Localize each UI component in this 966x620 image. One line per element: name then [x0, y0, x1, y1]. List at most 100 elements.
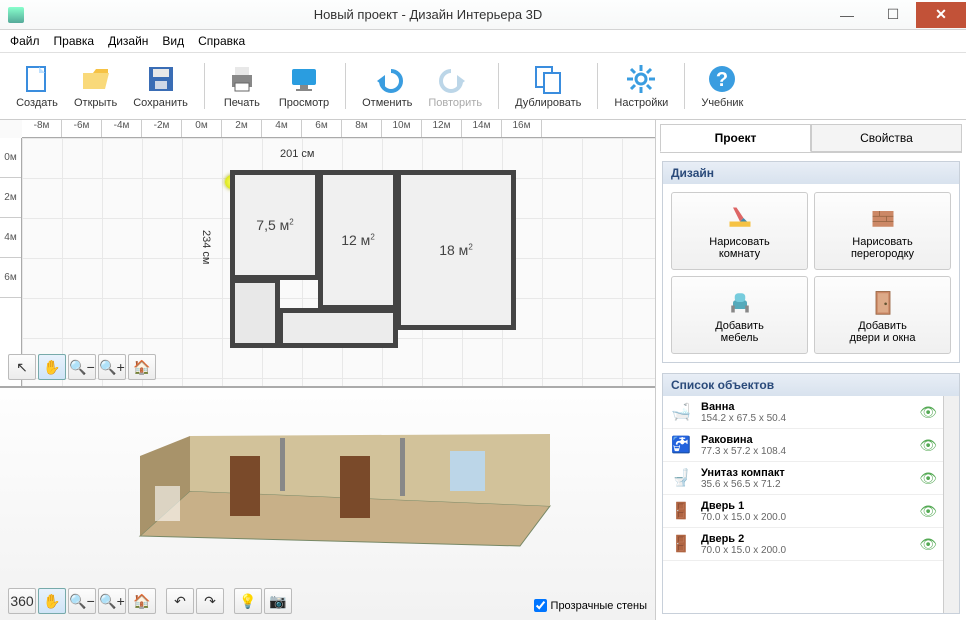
- window-title: Новый проект - Дизайн Интерьера 3D: [32, 7, 824, 22]
- zoom-out-3d[interactable]: 🔍−: [68, 588, 96, 614]
- add-furniture-button[interactable]: Добавитьмебель: [671, 276, 808, 354]
- object-icon: 🚪: [669, 499, 693, 523]
- object-dims: 70.0 x 15.0 x 200.0: [701, 512, 911, 523]
- object-dims: 154.2 x 67.5 x 50.4: [701, 413, 911, 424]
- object-name: Раковина: [701, 434, 911, 446]
- ruler-tick: 4м: [262, 120, 302, 137]
- visibility-toggle[interactable]: 👁: [919, 437, 937, 454]
- menu-view[interactable]: Вид: [162, 34, 184, 48]
- tutorial-button[interactable]: ? Учебник: [693, 59, 751, 113]
- object-dims: 35.6 x 56.5 x 71.2: [701, 479, 911, 490]
- minimize-button[interactable]: —: [824, 2, 870, 28]
- floorplan[interactable]: 7,5 м2 12 м2 18 м2: [230, 170, 530, 350]
- zoom-in-tool[interactable]: 🔍+: [98, 354, 126, 380]
- undo-icon: [371, 63, 403, 95]
- ruler-tick: 6м: [0, 258, 21, 298]
- transparent-walls-input[interactable]: [534, 599, 547, 612]
- zoom-in-3d[interactable]: 🔍+: [98, 588, 126, 614]
- view-2d[interactable]: -8м-6м-4м-2м0м2м4м6м8м10м12м14м16м 0м2м4…: [0, 120, 655, 388]
- object-dims: 77.3 x 57.2 x 108.4: [701, 446, 911, 457]
- folder-open-icon: [80, 63, 112, 95]
- view-3d[interactable]: 360 ✋ 🔍− 🔍+ 🏠 ↶ ↷ 💡 📷 Прозрачные стены: [0, 388, 655, 620]
- maximize-button[interactable]: ☐: [870, 2, 916, 28]
- room-1[interactable]: 7,5 м2: [230, 170, 320, 280]
- tab-project[interactable]: Проект: [660, 124, 811, 152]
- select-tool[interactable]: ↖: [8, 354, 36, 380]
- help-icon: ?: [706, 63, 738, 95]
- monitor-icon: [288, 63, 320, 95]
- ruler-tick: 2м: [222, 120, 262, 137]
- open-button[interactable]: Открыть: [66, 59, 125, 113]
- object-icon: 🚪: [669, 532, 693, 556]
- tab-properties[interactable]: Свойства: [811, 124, 962, 152]
- objects-section-header: Список объектов: [663, 374, 959, 396]
- orbit-tool[interactable]: 360: [8, 588, 36, 614]
- visibility-toggle[interactable]: 👁: [919, 536, 937, 553]
- duplicate-icon: [532, 63, 564, 95]
- visibility-toggle[interactable]: 👁: [919, 470, 937, 487]
- menubar: Файл Правка Дизайн Вид Справка: [0, 30, 966, 53]
- add-doors-windows-button[interactable]: Добавитьдвери и окна: [814, 276, 951, 354]
- settings-button[interactable]: Настройки: [606, 59, 676, 113]
- ruler-tick: 12м: [422, 120, 462, 137]
- design-section-header: Дизайн: [663, 162, 959, 184]
- object-icon: 🚽: [669, 466, 693, 490]
- camera-tool[interactable]: 📷: [264, 588, 292, 614]
- draw-room-button[interactable]: Нарисоватькомнату: [671, 192, 808, 270]
- ruler-tick: 2м: [0, 178, 21, 218]
- object-item[interactable]: 🚽Унитаз компакт35.6 x 56.5 x 71.2👁: [663, 462, 943, 495]
- pan3d-tool[interactable]: ✋: [38, 588, 66, 614]
- dimension-height: 234 см: [200, 230, 212, 264]
- visibility-toggle[interactable]: 👁: [919, 503, 937, 520]
- ruler-tick: 4м: [0, 218, 21, 258]
- new-file-icon: [21, 63, 53, 95]
- save-button[interactable]: Сохранить: [125, 59, 196, 113]
- redo-button[interactable]: Повторить: [420, 59, 490, 113]
- create-button[interactable]: Создать: [8, 59, 66, 113]
- menu-edit[interactable]: Правка: [54, 34, 95, 48]
- door-icon: [869, 288, 897, 316]
- draw-partition-button[interactable]: Нарисоватьперегородку: [814, 192, 951, 270]
- ruler-tick: 0м: [182, 120, 222, 137]
- object-item[interactable]: 🚪Дверь 270.0 x 15.0 x 200.0👁: [663, 528, 943, 561]
- object-name: Дверь 1: [701, 500, 911, 512]
- duplicate-button[interactable]: Дублировать: [507, 59, 589, 113]
- room-5[interactable]: [278, 308, 398, 348]
- preview-button[interactable]: Просмотр: [271, 59, 337, 113]
- pencil-ruler-icon: [726, 204, 754, 232]
- ruler-tick: 0м: [0, 138, 21, 178]
- rotate-left[interactable]: ↶: [166, 588, 194, 614]
- ruler-tick: 16м: [502, 120, 542, 137]
- menu-file[interactable]: Файл: [10, 34, 40, 48]
- light-tool[interactable]: 💡: [234, 588, 262, 614]
- object-item[interactable]: 🚰 Раковина77.3 x 57.2 x 108.4 👁: [663, 429, 943, 462]
- view3d-toolbar: 360 ✋ 🔍− 🔍+ 🏠 ↶ ↷ 💡 📷: [8, 588, 292, 614]
- titlebar: Новый проект - Дизайн Интерьера 3D — ☐ ✕: [0, 0, 966, 30]
- pan-tool[interactable]: ✋: [38, 354, 66, 380]
- object-icon: 🚰: [669, 433, 693, 457]
- object-item[interactable]: 🛁Ванна154.2 x 67.5 x 50.4👁: [663, 396, 943, 429]
- home-3d[interactable]: 🏠: [128, 588, 156, 614]
- room-2[interactable]: 12 м2: [318, 170, 398, 310]
- rotate-right[interactable]: ↷: [196, 588, 224, 614]
- ruler-horizontal: -8м-6м-4м-2м0м2м4м6м8м10м12м14м16м: [22, 120, 655, 138]
- object-list[interactable]: 🛁Ванна154.2 x 67.5 x 50.4👁🚰Раковина77.3 …: [663, 396, 943, 586]
- save-icon: [145, 63, 177, 95]
- room-4[interactable]: [230, 278, 280, 348]
- transparent-walls-checkbox[interactable]: Прозрачные стены: [534, 599, 647, 612]
- home-tool[interactable]: 🏠: [128, 354, 156, 380]
- undo-button[interactable]: Отменить: [354, 59, 420, 113]
- object-item[interactable]: 🚪 Дверь 170.0 x 15.0 x 200.0 👁: [663, 495, 943, 528]
- zoom-out-tool[interactable]: 🔍−: [68, 354, 96, 380]
- close-button[interactable]: ✕: [916, 2, 966, 28]
- room-3[interactable]: 18 м2: [396, 170, 516, 330]
- ruler-tick: 6м: [302, 120, 342, 137]
- dimension-width: 201 см: [280, 148, 314, 160]
- object-list-scrollbar[interactable]: [943, 396, 959, 613]
- menu-help[interactable]: Справка: [198, 34, 245, 48]
- print-button[interactable]: Печать: [213, 59, 271, 113]
- printer-icon: [226, 63, 258, 95]
- object-icon: 🛁: [669, 400, 693, 424]
- visibility-toggle[interactable]: 👁: [919, 404, 937, 421]
- menu-design[interactable]: Дизайн: [108, 34, 148, 48]
